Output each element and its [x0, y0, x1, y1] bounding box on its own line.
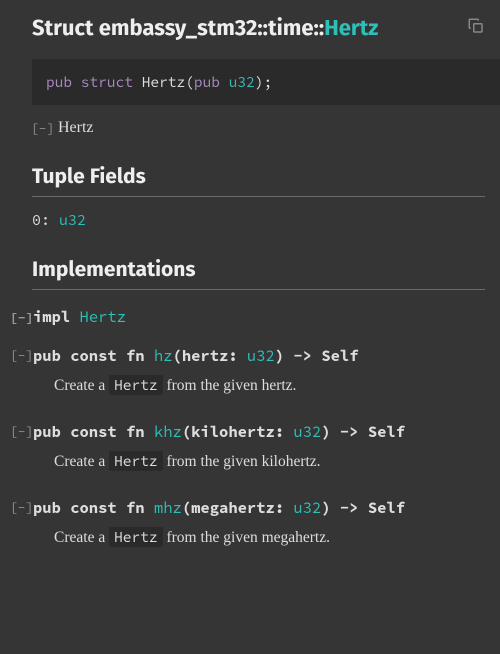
method-khz-description: Create a Hertz from the given kilohertz.: [54, 452, 485, 471]
copy-path-icon[interactable]: [467, 17, 485, 39]
field-type[interactable]: u32: [229, 73, 255, 91]
method-khz-signature[interactable]: pub const fn khz(kilohertz: u32) -> Self: [33, 423, 405, 442]
impl-type-link[interactable]: Hertz: [80, 308, 127, 327]
fn-name-link[interactable]: hz: [154, 347, 173, 366]
collapse-toggle-icon[interactable]: [−]: [10, 309, 28, 326]
tuple-fields-heading[interactable]: Tuple Fields: [32, 163, 485, 197]
field-type-link[interactable]: u32: [59, 211, 86, 230]
method-hz-description: Create a Hertz from the given hertz.: [54, 376, 485, 395]
tuple-field-0: 0: u32: [32, 211, 485, 230]
param-type-link[interactable]: u32: [247, 347, 275, 366]
page-title: Struct embassy_stm32::time::Hertz: [32, 14, 378, 41]
keyword: pub struct: [46, 73, 133, 91]
title-path: embassy_stm32::time::: [99, 14, 324, 41]
param-type-link[interactable]: u32: [293, 499, 321, 518]
summary-text: Hertz: [58, 119, 94, 137]
visibility: pub: [194, 73, 220, 91]
implementations-heading[interactable]: Implementations: [32, 256, 485, 290]
title-prefix: Struct: [32, 14, 99, 41]
fn-name-link[interactable]: mhz: [154, 499, 182, 518]
type-ref: Hertz: [109, 375, 163, 395]
type-ref: Hertz: [109, 527, 163, 547]
struct-declaration: pub struct Hertz(pub u32);: [32, 59, 500, 105]
collapse-toggle-icon[interactable]: [−]: [31, 120, 49, 137]
collapse-toggle-icon[interactable]: [−]: [10, 499, 28, 516]
method-hz-signature[interactable]: pub const fn hz(hertz: u32) -> Self: [33, 347, 359, 366]
collapse-toggle-icon[interactable]: [−]: [10, 347, 28, 364]
method-mhz-description: Create a Hertz from the given megahertz.: [54, 528, 485, 547]
fn-name-link[interactable]: khz: [154, 423, 182, 442]
impl-signature[interactable]: impl Hertz: [33, 308, 126, 327]
struct-name: Hertz: [142, 73, 186, 91]
type-ref: Hertz: [109, 451, 163, 471]
collapse-toggle-icon[interactable]: [−]: [10, 423, 28, 440]
method-mhz-signature[interactable]: pub const fn mhz(megahertz: u32) -> Self: [33, 499, 405, 518]
title-name[interactable]: Hertz: [324, 14, 378, 41]
param-type-link[interactable]: u32: [293, 423, 321, 442]
field-index[interactable]: 0:: [32, 211, 59, 230]
